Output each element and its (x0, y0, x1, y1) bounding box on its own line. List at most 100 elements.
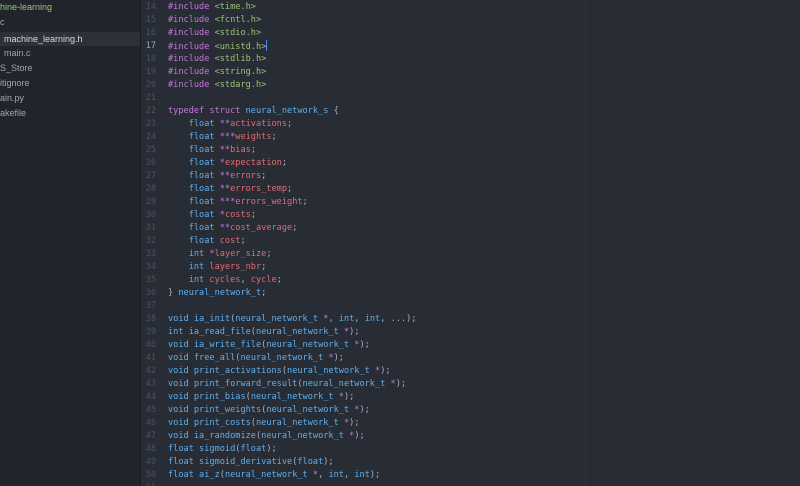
code-line[interactable]: void ia_write_file(neural_network_t *); (168, 339, 370, 352)
tree-file-main-py[interactable]: ain.py (0, 92, 24, 105)
line-number: 21 (145, 93, 156, 103)
code-line[interactable]: #include <fcntl.h> (168, 14, 261, 27)
line-number: 25 (145, 145, 156, 155)
code-token: ; (266, 249, 272, 259)
code-line[interactable]: float cost; (168, 235, 246, 248)
code-line[interactable]: int layers_nbr; (168, 261, 267, 274)
code-token: expectation (224, 158, 282, 168)
code-line[interactable]: #include <string.h> (168, 66, 266, 79)
code-line[interactable]: void ia_init(neural_network_t *, int, in… (168, 313, 416, 326)
code-token: float (240, 444, 267, 454)
tree-file-main-c[interactable]: main.c (4, 47, 31, 60)
code-line[interactable]: #include <stdlib.h> (168, 53, 266, 66)
code-token: #include (168, 54, 215, 64)
code-line[interactable]: int ia_read_file(neural_network_t *); (168, 326, 360, 339)
code-token: neural_network_t (255, 418, 344, 428)
code-line[interactable]: float **bias; (168, 144, 256, 157)
code-token: void (168, 431, 194, 441)
code-token: ; (261, 288, 267, 298)
code-token: print_activations (193, 366, 282, 376)
code-line[interactable]: void print_forward_result(neural_network… (168, 378, 406, 391)
code-line[interactable]: void print_weights(neural_network_t *); (168, 404, 370, 417)
tree-folder-src[interactable]: c (0, 16, 5, 29)
line-number: 32 (145, 236, 156, 246)
line-number: 49 (145, 457, 156, 467)
code-line[interactable]: int *layer_size; (168, 248, 272, 261)
code-token: errors (230, 171, 262, 181)
code-line[interactable]: #include <unistd.h> (168, 40, 268, 53)
tree-file-makefile[interactable]: akefile (0, 107, 26, 120)
code-line[interactable]: float sigmoid_derivative(float); (168, 456, 334, 469)
code-line[interactable]: #include <stdio.h> (168, 27, 261, 40)
code-token: ); (395, 379, 407, 389)
code-line[interactable]: float **cost_average; (168, 222, 298, 235)
tree-file-ds-store[interactable]: S_Store (0, 62, 33, 75)
file-tree-panel[interactable]: hine-learning c machine_learning.h main.… (0, 0, 141, 486)
code-line[interactable]: float sigmoid(float); (168, 443, 277, 456)
code-token: *** (219, 132, 236, 142)
code-token: #include (168, 28, 215, 38)
code-token: neural_network_t (240, 353, 329, 363)
code-line[interactable]: float ai_z(neural_network_t *, int, int)… (168, 469, 380, 482)
code-token: ai_z (199, 470, 220, 480)
line-number: 14 (145, 2, 156, 12)
line-number: 50 (145, 470, 156, 480)
code-token: ); (266, 444, 277, 454)
code-token: float (168, 457, 200, 467)
code-token: sigmoid (199, 444, 236, 454)
code-token: ** (219, 223, 231, 233)
code-line[interactable]: void print_bias(neural_network_t *); (168, 391, 354, 404)
code-token: int (364, 314, 381, 324)
tree-file-machine-learning-h[interactable]: machine_learning.h (4, 33, 83, 46)
code-token: void (168, 405, 194, 415)
code-token: ** (219, 119, 231, 129)
code-token: int (338, 314, 355, 324)
code-token: cost (219, 236, 241, 246)
code-line[interactable]: float *costs; (168, 209, 256, 222)
code-line[interactable]: void free_all(neural_network_t *); (168, 352, 344, 365)
code-line[interactable]: } neural_network_t; (168, 287, 266, 300)
code-editor[interactable]: 14 15 16 17 18 19 20 21 22 23 24 25 26 27 28 29 30 31 32 33… (141, 0, 800, 486)
code-token: ; (271, 132, 277, 142)
code-line[interactable]: void print_costs(neural_network_t *); (168, 417, 360, 430)
code-token: cycles (209, 275, 241, 285)
line-number: 30 (145, 210, 156, 220)
code-token: ); (349, 418, 360, 428)
code-line[interactable]: float **errors_temp; (168, 183, 293, 196)
code-token: , (318, 470, 329, 480)
code-line[interactable]: float ***errors_weight; (168, 196, 308, 209)
code-line[interactable]: float **activations; (168, 118, 293, 131)
code-line[interactable]: int cycles, cycle; (168, 274, 282, 287)
code-token: , (343, 470, 355, 480)
code-line[interactable]: #include <stdarg.h> (168, 79, 266, 92)
code-line[interactable]: void print_activations(neural_network_t … (168, 365, 391, 378)
code-token: float (188, 184, 220, 194)
code-token: <time.h> (214, 2, 256, 12)
code-line[interactable]: float *expectation; (168, 157, 287, 170)
code-token: #include (168, 15, 215, 25)
line-number: 23 (145, 119, 156, 129)
code-token: int (188, 275, 210, 285)
code-line[interactable]: #include <time.h> (168, 1, 256, 14)
code-token: neural_network_t (250, 392, 339, 402)
code-token: void (168, 353, 194, 363)
code-token: ; (281, 158, 288, 168)
code-line[interactable]: typedef struct neural_network_s { (168, 105, 339, 118)
code-line[interactable]: void ia_randomize(neural_network_t *); (168, 430, 365, 443)
code-token: ); (359, 405, 370, 415)
code-token: #include (168, 2, 215, 12)
code-line[interactable]: float **errors; (168, 170, 267, 183)
code-line[interactable]: float ***weights; (168, 131, 277, 144)
tree-file-gitignore[interactable]: itignore (0, 77, 30, 90)
code-token: print_bias (193, 392, 246, 402)
code-token: activations (230, 119, 288, 129)
code-token: , ...); (380, 314, 417, 324)
tree-root-folder[interactable]: hine-learning (0, 1, 52, 14)
